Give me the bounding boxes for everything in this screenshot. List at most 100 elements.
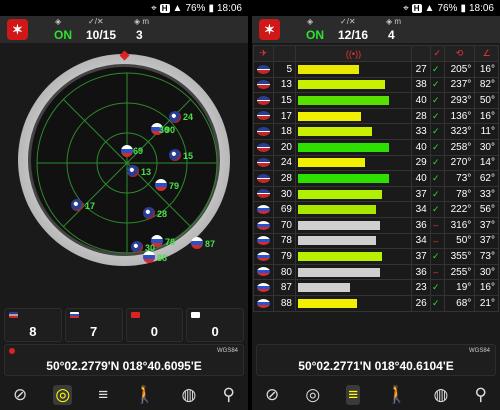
location-pin-icon[interactable]: ⚲ [474, 385, 486, 405]
used-cell: ✓ [429, 61, 445, 78]
table-row[interactable]: 70 36–316° 37° [253, 216, 499, 234]
signal-bar-cell [295, 201, 412, 218]
snr-cell: 37 [411, 185, 431, 203]
toolbar: ✶ ◈ ON ✓/✕ 10/15 ◈ m 3 [0, 16, 248, 43]
battery-icon: ▮ [460, 2, 466, 14]
flag-cell [253, 92, 274, 109]
table-row[interactable]: 13 38 ✓ 237° 82° [253, 76, 499, 94]
table-row[interactable]: 24 29 ✓ 270° 14° [253, 154, 499, 172]
app-logo[interactable]: ✶ [259, 19, 280, 40]
snr-cell: 29 [411, 154, 431, 172]
satellite-marker[interactable] [191, 237, 203, 249]
azimuth-cell: 255° [443, 263, 476, 281]
satellite-label: 78 [165, 237, 176, 247]
compass-icon[interactable]: ⊘ [265, 385, 279, 405]
coordinates-box[interactable]: WGS84 50°02.2779'N 018°40.6095'E [4, 344, 244, 376]
location-pin-icon[interactable]: ⚲ [222, 385, 234, 405]
satellite-marker[interactable] [121, 145, 133, 157]
col-used[interactable]: ✓ [429, 45, 445, 62]
table-row[interactable]: 28 40 ✓ 73° 62° [253, 170, 499, 187]
compass-icon[interactable]: ⊘ [13, 385, 27, 405]
satellite-marker[interactable] [169, 111, 181, 123]
table-row[interactable]: 30 37 ✓ 78° 33° [253, 185, 499, 203]
signal-bars-icon[interactable]: ≡ [346, 385, 361, 405]
elevation-cell: 62° [474, 170, 499, 187]
constellation-counts: 8 7 0 0 [4, 308, 244, 342]
elevation-cell: 50° [474, 92, 499, 109]
col-flag[interactable]: ✈ [253, 45, 274, 62]
col-azimuth[interactable]: ⟲ [443, 45, 476, 62]
used-cell: – [429, 263, 445, 281]
table-row[interactable]: 15 40 ✓ 293° 50° [253, 92, 499, 109]
app-logo[interactable]: ✶ [7, 19, 28, 40]
snr-cell: 37 [411, 248, 431, 265]
flag-cell [253, 61, 274, 78]
clock: 18:06 [468, 2, 494, 14]
satellite-marker[interactable] [143, 207, 155, 219]
ru-flag-icon [257, 236, 270, 246]
table-row[interactable]: 69 34 ✓ 222° 56° [253, 201, 499, 218]
check-icon: ✓ [431, 297, 440, 308]
walk-icon[interactable]: 🚶 [386, 385, 407, 405]
altitude-value: 4 [388, 28, 395, 42]
ru-flag-icon [257, 205, 270, 214]
elevation-cell: 16° [474, 61, 499, 78]
table-row[interactable]: 79 37 ✓ 355° 73° [253, 248, 499, 265]
table-row[interactable]: 87 23 ✓ 19° 16° [253, 279, 499, 296]
col-prn[interactable] [273, 45, 296, 62]
prn-cell: 13 [273, 76, 296, 94]
satellite-marker[interactable] [71, 199, 83, 211]
satellite-marker[interactable] [143, 251, 155, 263]
table-row[interactable]: 88 26 ✓ 68° 21° [253, 294, 499, 312]
table-row[interactable]: 78 34–50° 37° [253, 232, 499, 250]
snr-cell: 40 [411, 170, 431, 187]
us-flag-icon [257, 142, 270, 152]
globe-icon[interactable]: ◍ [434, 385, 449, 405]
signal-bar [298, 111, 362, 121]
signal-bars-icon[interactable]: ≡ [98, 385, 108, 405]
gps-count: 8 [4, 308, 62, 342]
satellites-used-icon: ✓/✕ [340, 17, 356, 26]
satellite-marker[interactable] [131, 241, 143, 253]
table-row[interactable]: 18 33 ✓ 323° 11° [253, 123, 499, 140]
prn-cell: 28 [273, 170, 296, 187]
snr-cell: 33 [411, 123, 431, 140]
ru-flag-icon [257, 267, 270, 277]
table-row[interactable]: 5 27 ✓ 205° 16° [253, 61, 499, 78]
flag-cell [253, 123, 274, 140]
col-elevation[interactable]: ∠ [474, 45, 499, 62]
left-pane: ⌖ H ▲ 76% ▮ 18:06 ✶ ◈ ON ✓/✕ 10/15 ◈ m 3… [0, 0, 248, 410]
flag-cell [253, 185, 274, 203]
signal-bar-cell [295, 123, 412, 140]
beidou-count: 0 [125, 308, 184, 342]
elevation-cell: 21° [474, 294, 499, 312]
table-row[interactable]: 17 28 ✓ 136° 16° [253, 107, 499, 125]
table-row[interactable]: 20 40 ✓ 258° 30° [253, 138, 499, 156]
check-icon: ✓ [431, 141, 440, 152]
gps-icon: ◈ [307, 17, 314, 26]
satellite-label: 13 [141, 167, 152, 177]
us-flag-icon [257, 64, 270, 74]
coordinates-box[interactable]: WGS84 50°02.2771'N 018°40.6104'E [256, 344, 496, 376]
walk-icon[interactable]: 🚶 [134, 385, 155, 405]
flag-cell [253, 201, 274, 218]
cn-flag-icon [130, 312, 140, 318]
radar-icon[interactable]: ◎ [305, 385, 320, 405]
snr-cell: 34 [411, 232, 431, 250]
globe-icon[interactable]: ◍ [182, 385, 197, 405]
satellite-marker[interactable] [155, 179, 167, 191]
elevation-cell: 11° [474, 123, 499, 140]
us-flag-icon [257, 127, 270, 137]
table-row[interactable]: 80 36–255° 30° [253, 263, 499, 281]
radar-plot: 24 30 90 69 15 13 79 17 28 78 30 87 88 [28, 64, 220, 263]
col-signal[interactable]: ((•)) [295, 45, 412, 62]
radar-icon[interactable]: ◎ [53, 385, 73, 405]
flag-cell [253, 76, 274, 94]
satellite-marker[interactable] [169, 149, 181, 161]
signal-bar [298, 298, 357, 308]
satellites-used-icon: ✓/✕ [88, 17, 104, 26]
elevation-cell: 82° [474, 76, 499, 94]
satellite-marker[interactable] [127, 165, 139, 177]
col-snr[interactable] [411, 45, 431, 62]
us-flag-icon [257, 80, 270, 90]
